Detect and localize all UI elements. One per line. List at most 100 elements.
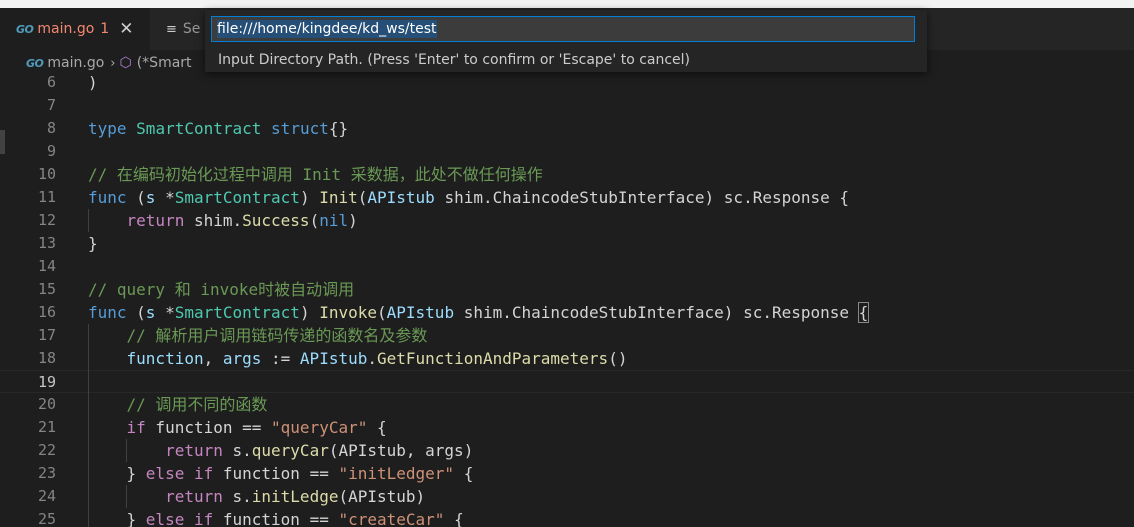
code-line[interactable]: 18 function, args := APIstub.GetFunction… [0, 347, 1134, 370]
code-token: if [193, 510, 214, 527]
code-token: // 在编码初始化过程中调用 Init 采数据，此处不做任何操作 [88, 165, 543, 184]
line-number: 20 [37, 395, 56, 413]
code-token: initLedge [251, 487, 339, 506]
code-token: APIstub [299, 349, 368, 368]
line-number: 9 [46, 142, 56, 160]
line-number: 17 [37, 326, 56, 344]
code-token: APIstub [386, 303, 455, 322]
code-text: return s.initLedge(APIstub) [88, 485, 425, 508]
code-token: return [165, 441, 223, 460]
code-line[interactable]: 23 } else if function == "initLedger" { [0, 462, 1134, 485]
code-text: // 解析用户调用链码传递的函数名及参数 [88, 324, 428, 347]
code-token: ( [309, 211, 320, 230]
code-token: "createCar" [338, 510, 445, 527]
code-line[interactable]: 16 func (s *SmartContract) Invoke(APIstub… [0, 301, 1134, 324]
code-line[interactable]: 8 type SmartContract struct{} [0, 117, 1134, 140]
code-token: else [145, 464, 185, 483]
code-token: ( [357, 188, 368, 207]
code-token: { [444, 510, 464, 527]
code-token: else [145, 510, 185, 527]
code-token: // query 和 invoke时被自动调用 [88, 280, 355, 299]
code-line[interactable]: 9 [0, 140, 1134, 163]
tab-title: Se [182, 21, 201, 37]
breadcrumb-file[interactable]: main.go [47, 55, 104, 71]
code-token: ) [88, 76, 98, 92]
code-line[interactable]: 11 func (s *SmartContract) Init(APIstub s… [0, 186, 1134, 209]
code-text: ) [88, 76, 98, 94]
code-token: if [193, 464, 214, 483]
code-token: nil [319, 211, 349, 230]
code-token: := [261, 349, 300, 368]
code-text: func (s *SmartContract) Invoke(APIstub s… [88, 301, 870, 324]
code-token: Invoke [319, 303, 377, 322]
line-number: 11 [37, 188, 56, 206]
indent-guide [88, 209, 89, 232]
file-list-icon: ≡ [166, 21, 177, 37]
line-number: 16 [37, 303, 56, 321]
directory-path-value: file:///home/kingdee/kd_ws/test [217, 20, 437, 38]
code-token: func [88, 188, 127, 207]
code-token: return [126, 211, 185, 230]
code-token: ( [126, 188, 146, 207]
code-line[interactable]: 6) [0, 76, 1134, 94]
code-token: // 调用不同的函数 [126, 395, 268, 414]
code-line[interactable]: 17 // 解析用户调用链码传递的函数名及参数 [0, 324, 1134, 347]
code-line[interactable]: 25 } else if function == "createCar" { [0, 508, 1134, 527]
code-text: function, args := APIstub.GetFunctionAnd… [88, 347, 628, 370]
code-line[interactable]: 24 return s.initLedge(APIstub) [0, 485, 1134, 508]
code-text: } else if function == "createCar" { [88, 508, 464, 527]
go-file-icon: GO [16, 22, 34, 36]
code-token: "initLedger" [338, 464, 455, 483]
line-number: 6 [46, 76, 56, 91]
tab-main-go[interactable]: GO main.go 1 ✕ [0, 8, 150, 50]
directory-path-input[interactable]: file:///home/kingdee/kd_ws/test [211, 16, 915, 42]
indent-guide [126, 439, 128, 462]
line-number: 7 [46, 96, 56, 114]
breadcrumb-symbol[interactable]: (*Smart [137, 55, 192, 71]
code-line[interactable]: 20 // 调用不同的函数 [0, 393, 1134, 416]
code-token: GetFunctionAndParameters [377, 349, 609, 368]
line-number: 10 [37, 165, 56, 183]
quick-input-widget: file:///home/kingdee/kd_ws/test Input Di… [205, 10, 927, 72]
close-icon[interactable]: ✕ [119, 19, 133, 39]
code-editor[interactable]: 6) 7 8 type SmartContract struct{} 9 10 // 在编码… [0, 76, 1134, 527]
code-token: . [367, 349, 377, 368]
line-number: 22 [37, 441, 56, 459]
code-token: (APIstub, args) [328, 441, 474, 460]
tab-settings[interactable]: ≡ Se [150, 8, 210, 50]
code-line[interactable]: 7 [0, 94, 1134, 117]
line-number: 24 [37, 487, 56, 505]
line-number: 19 [37, 373, 56, 391]
code-token: ( [377, 303, 387, 322]
line-number: 15 [37, 280, 56, 298]
code-token: , [203, 349, 223, 368]
code-token: Success [242, 211, 310, 230]
code-token: { [857, 302, 870, 323]
line-number: 14 [37, 257, 56, 275]
code-line[interactable]: 13} [0, 232, 1134, 255]
code-text: type SmartContract struct{} [88, 117, 348, 140]
code-line[interactable]: 10 // 在编码初始化过程中调用 Init 采数据，此处不做任何操作 [0, 163, 1134, 186]
code-token: // 解析用户调用链码传递的函数名及参数 [126, 326, 428, 345]
code-line[interactable]: 12 return shim.Success(nil) [0, 209, 1134, 232]
indent-guide [126, 485, 128, 508]
code-line[interactable]: 22 return s.queryCar(APIstub, args) [0, 439, 1134, 462]
cube-icon: ⬡ [119, 55, 132, 71]
code-text: return s.queryCar(APIstub, args) [88, 439, 473, 462]
code-token: ) [348, 211, 358, 230]
code-line[interactable]: 15 // query 和 invoke时被自动调用 [0, 278, 1134, 301]
line-number: 23 [37, 464, 56, 482]
code-token: (APIstub) [338, 487, 426, 506]
code-line[interactable]: 21 if function == "queryCar" { [0, 416, 1134, 439]
code-line[interactable]: 14 [0, 255, 1134, 278]
code-token: SmartContract [174, 188, 300, 207]
code-line[interactable]: 19 [0, 370, 1134, 393]
problem-count-badge: 1 [100, 21, 110, 37]
code-token: * [155, 303, 175, 322]
